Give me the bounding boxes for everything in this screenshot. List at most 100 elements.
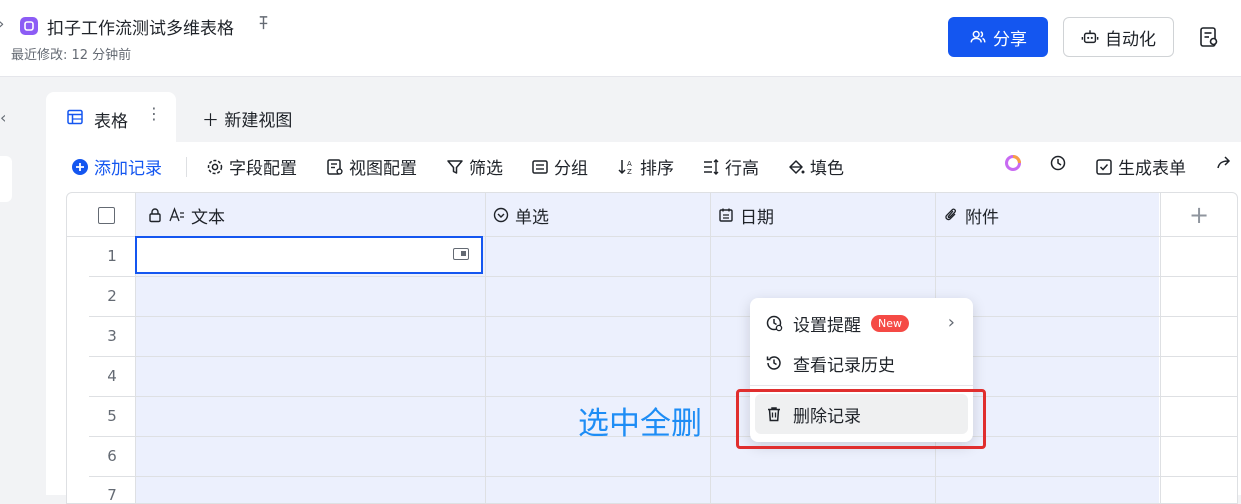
row-number: 3	[107, 327, 117, 345]
select-all-checkbox[interactable]	[98, 207, 115, 224]
document-info-icon[interactable]	[1198, 26, 1220, 48]
row-number: 7	[107, 486, 117, 504]
users-icon	[970, 30, 986, 43]
data-grid: 文本 单选 日期 附件 + 1 2 3 4 5 6 7	[66, 192, 1238, 504]
add-record-label: 添加记录	[94, 159, 162, 179]
plus-icon: ＋	[202, 111, 219, 131]
new-view-button[interactable]: ＋ 新建视图	[202, 106, 292, 131]
column-single-select-label: 单选	[515, 207, 549, 228]
filter-button[interactable]: 筛选	[446, 154, 503, 179]
automation-button[interactable]: 自动化	[1063, 17, 1174, 57]
plus-circle-icon	[72, 158, 88, 175]
menu-item-view-history[interactable]: 查看记录历史	[750, 343, 973, 383]
paperclip-icon	[945, 208, 956, 221]
col-divider	[1160, 193, 1161, 503]
history-icon	[766, 356, 781, 370]
row-number: 4	[107, 367, 117, 385]
automation-label: 自动化	[1105, 29, 1156, 50]
col-divider	[485, 193, 486, 503]
lock-icon	[149, 208, 161, 223]
svg-text:Z: Z	[627, 168, 632, 176]
sort-icon: AZ	[618, 159, 632, 176]
row-divider	[89, 476, 1237, 477]
chevron-right-icon: ›	[947, 312, 955, 333]
tab-table-label: 表格	[94, 112, 128, 132]
last-modified: 最近修改: 12 分钟前	[11, 48, 132, 63]
new-badge: New	[871, 314, 909, 332]
form-check-icon	[1096, 158, 1112, 175]
share-button[interactable]: 分享	[948, 17, 1048, 57]
text-field-icon	[169, 207, 184, 222]
column-header-date[interactable]: 日期	[718, 193, 774, 237]
column-header-attachment[interactable]: 附件	[943, 193, 999, 237]
gear-icon	[207, 159, 223, 174]
row-number: 1	[107, 247, 117, 265]
left-sidebar-strip	[0, 77, 46, 495]
fill-color-label: 填色	[810, 159, 844, 179]
group-icon	[532, 159, 548, 174]
col-divider	[710, 193, 711, 503]
generate-form-button[interactable]: 生成表单	[1095, 154, 1186, 179]
reminder-clock-icon	[766, 315, 783, 332]
ai-assistant-button[interactable]	[1004, 154, 1022, 172]
annotation-text: 选中全删	[578, 406, 702, 442]
new-view-label: 新建视图	[224, 111, 293, 131]
column-header-text[interactable]: 文本	[147, 193, 225, 237]
row-divider	[89, 356, 1237, 357]
share-export-button[interactable]	[1215, 154, 1233, 172]
column-attachment-label: 附件	[965, 207, 999, 228]
sidebar-selected-item[interactable]	[0, 156, 12, 202]
row-divider	[89, 396, 1237, 397]
expand-record-icon[interactable]	[453, 248, 469, 260]
base-app-icon	[20, 17, 38, 35]
robot-icon	[1081, 30, 1099, 44]
column-text-label: 文本	[191, 207, 225, 228]
toolbar-divider	[186, 157, 187, 177]
history-button[interactable]	[1049, 154, 1067, 172]
menu-item-set-reminder[interactable]: 设置提醒 New ›	[750, 303, 973, 343]
row-height-button[interactable]: 行高	[702, 154, 759, 179]
field-config-label: 字段配置	[229, 159, 297, 179]
set-reminder-label: 设置提醒	[793, 315, 861, 336]
top-bar: › 扣子工作流测试多维表格 最近修改: 12 分钟前 分享 自动化	[0, 0, 1241, 77]
row-height-icon	[704, 158, 719, 175]
row-height-label: 行高	[725, 159, 759, 179]
group-button[interactable]: 分组	[531, 154, 588, 179]
pin-icon[interactable]	[256, 15, 271, 34]
collapse-sidebar-icon[interactable]: ‹	[0, 108, 6, 127]
column-header-single-select[interactable]: 单选	[493, 193, 549, 237]
add-record-button[interactable]: 添加记录	[71, 154, 162, 179]
chevron-right-icon[interactable]: ›	[0, 14, 4, 33]
row-number: 2	[107, 287, 117, 305]
calendar-icon	[719, 208, 733, 222]
share-label: 分享	[993, 29, 1027, 50]
view-config-button[interactable]: 视图配置	[326, 154, 417, 179]
row-number: 6	[107, 447, 117, 465]
field-config-button[interactable]: 字段配置	[206, 154, 297, 179]
more-vertical-icon[interactable]: ⋮	[146, 104, 162, 123]
row-divider	[89, 316, 1237, 317]
filter-icon	[447, 159, 463, 174]
group-label: 分组	[554, 159, 588, 179]
paint-bucket-icon	[789, 159, 805, 174]
document-title[interactable]: 扣子工作流测试多维表格	[47, 14, 234, 39]
menu-divider	[750, 385, 973, 386]
view-config-label: 视图配置	[349, 159, 417, 179]
export-arrow-icon	[1217, 156, 1231, 169]
row-number: 5	[107, 407, 117, 425]
fill-color-button[interactable]: 填色	[787, 154, 844, 179]
single-select-icon	[493, 207, 509, 223]
row-divider	[89, 276, 1237, 277]
filter-label: 筛选	[469, 159, 503, 179]
add-column-plus-icon[interactable]: +	[1189, 201, 1209, 229]
active-cell[interactable]	[135, 236, 483, 274]
tab-table[interactable]: 表格 ⋮	[46, 92, 176, 142]
clock-icon	[1050, 155, 1066, 171]
view-history-label: 查看记录历史	[793, 355, 895, 376]
highlight-box	[736, 389, 986, 449]
sort-label: 排序	[640, 159, 674, 179]
column-date-label: 日期	[740, 207, 774, 228]
generate-form-label: 生成表单	[1118, 159, 1186, 179]
view-config-icon	[327, 158, 343, 175]
sort-button[interactable]: AZ 排序	[617, 154, 674, 179]
